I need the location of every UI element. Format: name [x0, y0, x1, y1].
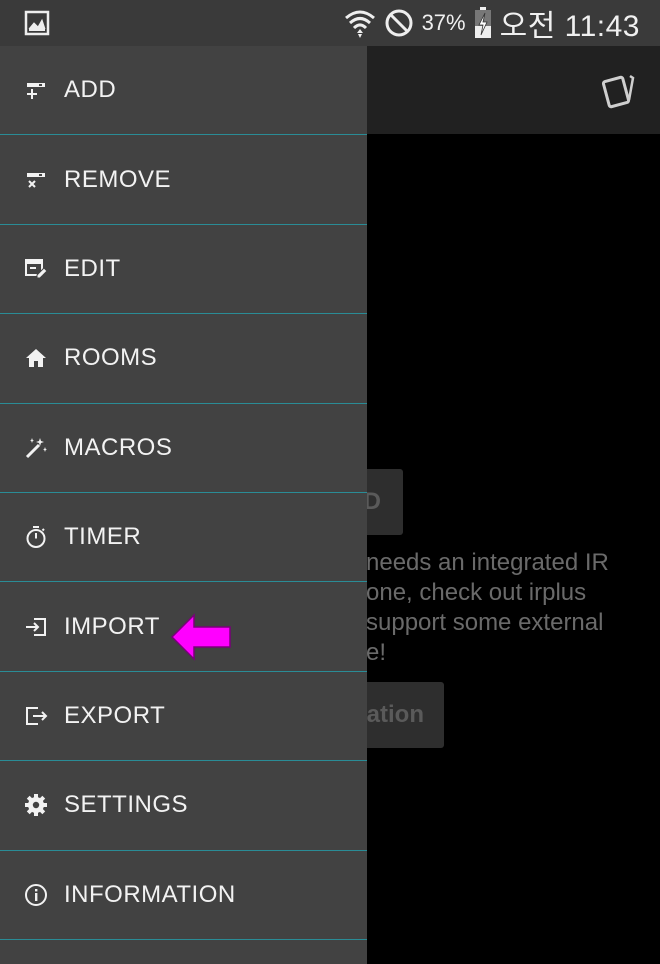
- menu-item-information[interactable]: INFORMATION: [0, 851, 367, 940]
- menu-item-label: INFORMATION: [64, 880, 236, 908]
- import-icon: [26, 617, 46, 636]
- wifi-icon: [344, 10, 375, 38]
- edit-icon: [25, 258, 48, 279]
- menu-item-label: IMPORT: [64, 612, 160, 640]
- background-text-line: support some external: [366, 609, 604, 636]
- background-text-line: e!: [366, 639, 387, 666]
- background-button-information-label: ation: [366, 701, 424, 728]
- background-text-line: needs an integrated IR: [366, 549, 609, 576]
- menu-item-label: REMOVE: [64, 165, 172, 193]
- menu-item-label: TIMER: [64, 523, 142, 551]
- export-icon: [26, 706, 48, 725]
- battery-percent: 37%: [421, 10, 466, 35]
- navigation-drawer: ADD REMOVE EDIT ROOMS MACROS TIMER IMPOR…: [0, 46, 367, 964]
- status-bar: 37% 오전 11:43: [0, 0, 660, 46]
- timer-icon: [26, 526, 46, 549]
- gear-icon: [25, 794, 47, 817]
- background-info-text: needs an integrated IR one, check out ir…: [366, 548, 656, 668]
- cards-icon[interactable]: [600, 70, 640, 110]
- annotation-arrow-icon: [170, 613, 231, 661]
- magic-wand-icon: [25, 437, 47, 458]
- info-icon: [25, 883, 47, 906]
- menu-item-settings[interactable]: SETTINGS: [0, 761, 367, 851]
- add-remote-icon: [27, 83, 45, 100]
- clock: 오전 11:43: [499, 10, 640, 43]
- menu-item-add[interactable]: ADD: [0, 46, 367, 136]
- menu-item-edit[interactable]: EDIT: [0, 225, 367, 315]
- menu-item-label: ROOMS: [64, 344, 158, 372]
- menu-item-rooms[interactable]: ROOMS: [0, 314, 367, 404]
- home-icon: [26, 349, 46, 368]
- menu-item-label: SETTINGS: [64, 791, 189, 819]
- remove-remote-icon: [27, 172, 45, 188]
- menu-item-label: EXPORT: [64, 701, 166, 729]
- image-icon: [24, 10, 50, 36]
- background-text-line: one, check out irplus: [366, 579, 587, 606]
- battery-charging-icon: [474, 7, 491, 38]
- menu-item-timer[interactable]: TIMER: [0, 493, 367, 583]
- menu-item-label: EDIT: [64, 254, 121, 282]
- do-not-disturb-icon: [385, 9, 413, 37]
- menu-item-macros[interactable]: MACROS: [0, 404, 367, 493]
- menu-item-label: ADD: [64, 76, 117, 104]
- menu-item-export[interactable]: EXPORT: [0, 672, 367, 762]
- menu-item-remove[interactable]: REMOVE: [0, 135, 367, 225]
- menu-item-label: MACROS: [64, 433, 173, 461]
